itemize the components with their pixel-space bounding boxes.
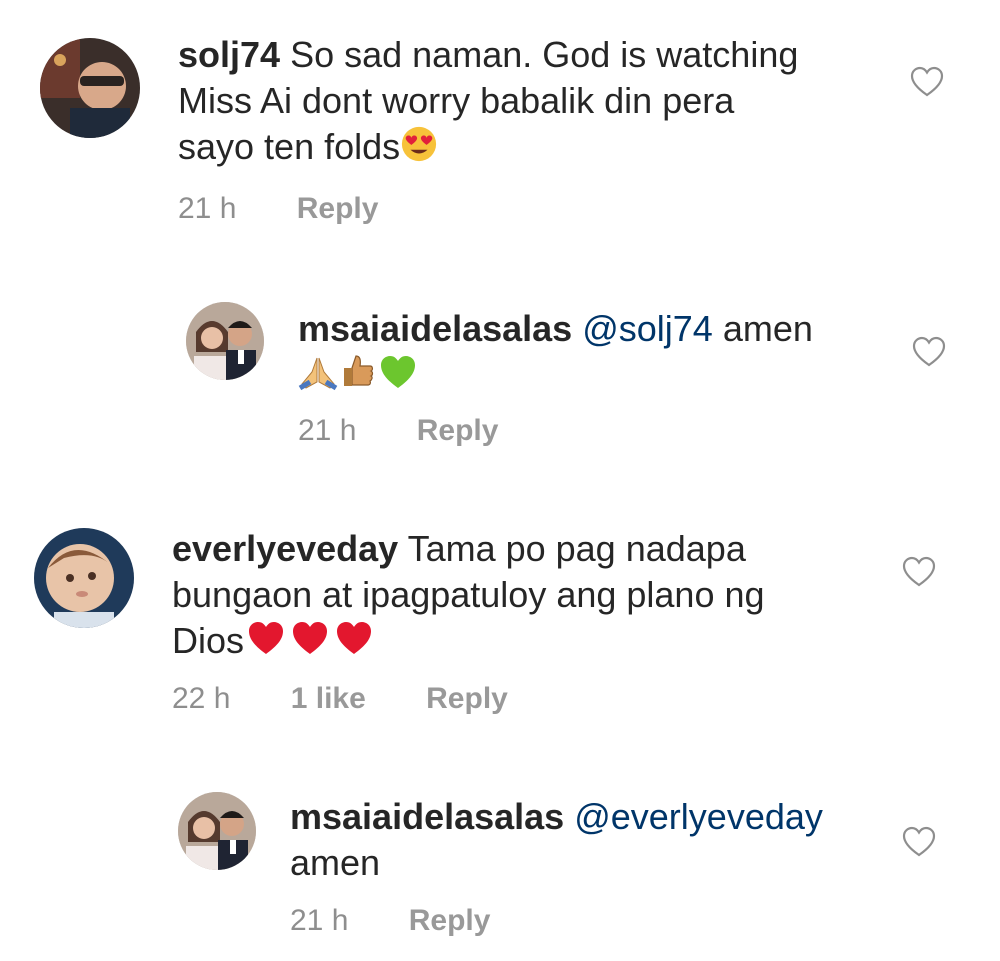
comment-text-line3: sayo ten folds: [178, 126, 401, 167]
red-heart-emoji: [332, 618, 376, 669]
comment-text-line2: Miss Ai dont worry babalik din pera: [178, 80, 735, 121]
avatar[interactable]: [34, 528, 134, 628]
comment-text: msaiaidelasalas @solj74 amen: [298, 306, 898, 403]
avatar[interactable]: [178, 792, 256, 870]
comment-solj74: solj74 So sad naman. God is watching Mis…: [0, 0, 1000, 240]
comment-text: everlyeveday Tama po pag nadapa bungaon …: [172, 526, 872, 669]
comment-username[interactable]: solj74: [178, 34, 280, 75]
reply-button[interactable]: Reply: [426, 682, 508, 715]
green-heart-emoji: [378, 352, 418, 403]
comment-text-line1: So sad naman. God is watching: [290, 34, 799, 75]
red-heart-emoji: [244, 618, 288, 669]
like-heart-icon[interactable]: [912, 336, 946, 368]
reply-button[interactable]: Reply: [409, 904, 491, 937]
reply-button[interactable]: Reply: [297, 192, 379, 225]
mention-link[interactable]: @everlyeveday: [574, 796, 823, 837]
comment-time: 22 h: [172, 682, 231, 715]
comment-meta: 21 h Reply: [178, 192, 430, 226]
comment-time: 21 h: [298, 414, 357, 447]
comment-username[interactable]: everlyeveday: [172, 528, 398, 569]
comment-everlyeveday: everlyeveday Tama po pag nadapa bungaon …: [0, 510, 1000, 740]
comment-text-line2: bungaon at ipagpatuloy ang plano ng: [172, 574, 765, 615]
like-heart-icon[interactable]: [910, 66, 944, 98]
mention-link[interactable]: @solj74: [582, 308, 713, 349]
comment-meta: 22 h 1 like Reply: [172, 682, 560, 716]
reply-button[interactable]: Reply: [417, 414, 499, 447]
comment-text: msaiaidelasalas @everlyeveday amen: [290, 794, 890, 886]
like-heart-icon[interactable]: [902, 826, 936, 858]
comment-username[interactable]: msaiaidelasalas: [290, 796, 564, 837]
likes-count[interactable]: 1 like: [291, 682, 366, 715]
comment-body: amen: [290, 842, 381, 883]
reply-msaiaidelasalas-1: msaiaidelasalas @solj74 amen 21 h Reply: [0, 280, 1000, 470]
reply-msaiaidelasalas-2: msaiaidelasalas @everlyeveday amen 21 h …: [0, 770, 1000, 961]
comment-body: amen: [722, 308, 813, 349]
comment-text: solj74 So sad naman. God is watching Mis…: [178, 32, 878, 174]
comment-meta: 21 h Reply: [290, 904, 542, 938]
thumbs-up-emoji: [338, 352, 378, 403]
heart-eyes-emoji: [400, 125, 438, 174]
like-heart-icon[interactable]: [902, 556, 936, 588]
comment-text-line3: Dios: [172, 620, 245, 662]
comment-meta: 21 h Reply: [298, 414, 550, 448]
comment-text-line1: Tama po pag nadapa: [407, 528, 746, 569]
avatar[interactable]: [186, 302, 264, 380]
red-heart-emoji: [288, 618, 332, 669]
comment-username[interactable]: msaiaidelasalas: [298, 308, 572, 349]
comment-time: 21 h: [178, 192, 237, 225]
avatar[interactable]: [40, 38, 140, 138]
folded-hands-emoji: [298, 352, 338, 403]
comment-time: 21 h: [290, 904, 349, 937]
